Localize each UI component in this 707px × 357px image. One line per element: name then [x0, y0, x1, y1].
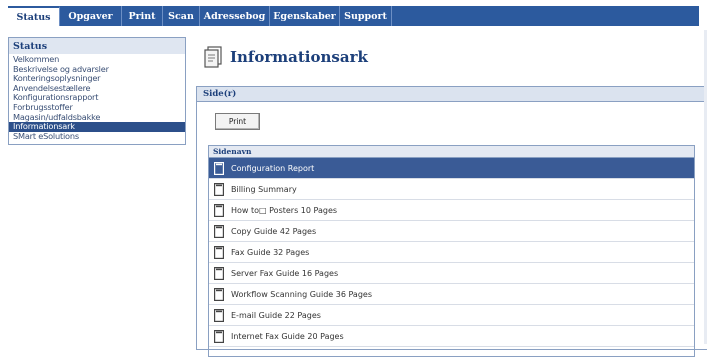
page-row-label: Workflow Scanning Guide 36 Pages [231, 289, 373, 299]
page-row-label: Billing Summary [231, 184, 297, 194]
tab-status[interactable]: Status [8, 6, 60, 26]
page-row[interactable]: Server Fax Guide 16 Pages [209, 263, 694, 284]
page-list: Sidenavn Configuration Report Billing Sum… [208, 145, 695, 357]
document-icon [214, 266, 224, 280]
tab-support[interactable]: Support [340, 6, 392, 26]
tab-strip: Status Opgaver Print Scan Adressebog Ege… [8, 6, 699, 26]
page-row[interactable]: Copy Guide 42 Pages [209, 221, 694, 242]
page-row-label: How to□ Posters 10 Pages [231, 205, 338, 215]
list-column-header: Sidenavn [209, 146, 694, 158]
sidebar-title: Status [9, 38, 185, 54]
information-sheet-icon [204, 46, 224, 71]
document-icon [214, 245, 224, 259]
page-row-label: Fax Guide 32 Pages [231, 247, 310, 257]
document-icon [214, 287, 224, 301]
sidebar: Status Velkommen Beskrivelse og advarsle… [8, 37, 186, 146]
page-rows: Configuration Report Billing Summary How t… [209, 158, 694, 347]
page-row[interactable]: E-mail Guide 22 Pages [209, 305, 694, 326]
page-row[interactable]: Configuration Report [209, 158, 694, 179]
page-title: Informationsark [230, 48, 368, 66]
print-button[interactable]: Print [215, 113, 260, 130]
page-row-label: Internet Fax Guide 20 Pages [231, 331, 344, 341]
page-row-label: Copy Guide 42 Pages [231, 226, 317, 236]
page-row[interactable]: Billing Summary [209, 179, 694, 200]
page-row[interactable]: Fax Guide 32 Pages [209, 242, 694, 263]
sidebar-list: Velkommen Beskrivelse og advarsler Konte… [9, 54, 185, 144]
sidebar-item-smart-esolutions[interactable]: SMart eSolutions [9, 131, 185, 142]
main-content: Informationsark Side(r) Print Sidenavn C… [196, 30, 707, 357]
tab-adressebog[interactable]: Adressebog [200, 6, 270, 26]
document-icon [214, 308, 224, 322]
document-icon [214, 161, 224, 175]
page-row[interactable]: How to□ Posters 10 Pages [209, 200, 694, 221]
page-row-label: E-mail Guide 22 Pages [231, 310, 321, 320]
document-icon [214, 224, 224, 238]
document-icon [214, 182, 224, 196]
pages-panel: Side(r) Print Sidenavn Configuration Rep… [196, 86, 707, 357]
document-icon [214, 203, 224, 217]
top-navigation: Status Opgaver Print Scan Adressebog Ege… [0, 0, 707, 30]
page-row-label: Configuration Report [231, 163, 315, 173]
tab-opgaver[interactable]: Opgaver [60, 6, 122, 26]
page-row-label: Server Fax Guide 16 Pages [231, 268, 339, 278]
tab-egenskaber[interactable]: Egenskaber [270, 6, 340, 26]
tab-print[interactable]: Print [122, 6, 163, 26]
panel-title: Side(r) [197, 87, 707, 102]
page-row[interactable]: Workflow Scanning Guide 36 Pages [209, 284, 694, 305]
document-icon [214, 329, 224, 343]
tab-scan[interactable]: Scan [163, 6, 200, 26]
